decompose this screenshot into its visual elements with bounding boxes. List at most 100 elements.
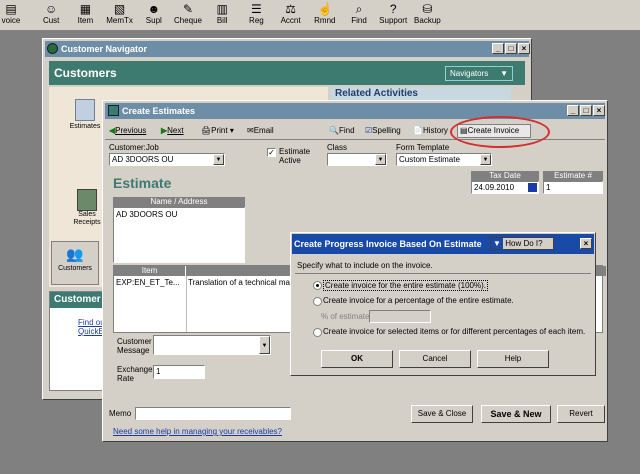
sales-receipts-label: Sales Receipts xyxy=(73,211,101,226)
toolbar-button-voice[interactable]: ▤ voice xyxy=(0,0,28,30)
column-divider xyxy=(186,276,187,332)
find-button[interactable]: 🔍Find xyxy=(329,126,355,135)
save-close-button[interactable]: Save & Close xyxy=(411,405,473,423)
find-icon: 🔍 xyxy=(329,126,339,135)
toolbar-button-support[interactable]: ? Support xyxy=(376,0,410,30)
help-link[interactable]: Need some help in managing your receivab… xyxy=(113,427,282,436)
calendar-icon xyxy=(528,183,537,192)
toolbar-button-backup[interactable]: ⛁ Backup xyxy=(410,0,444,30)
chevron-down-icon: ▼ xyxy=(375,154,386,165)
navigator-titlebar: Customer Navigator _ □ × xyxy=(45,41,530,57)
next-label: Next xyxy=(167,126,184,135)
customer-job-select[interactable]: AD 3DOORS OU ▼ xyxy=(109,153,225,166)
name-address-box[interactable]: AD 3DOORS OU xyxy=(113,207,245,263)
print-button[interactable]: 🖨Print ▾ xyxy=(201,126,234,135)
close-button[interactable]: × xyxy=(518,43,530,54)
option-entire-estimate[interactable]: Create invoice for the entire estimate (… xyxy=(323,280,488,291)
reminder-icon: ☝ xyxy=(317,2,333,16)
estimate-number-field[interactable]: 1 xyxy=(543,181,603,194)
history-icon: 📄 xyxy=(413,126,423,135)
toolbar-button-rmnd[interactable]: ☝ Rmnd xyxy=(308,0,342,30)
radio-selected-items[interactable] xyxy=(313,328,322,337)
estimate-active-checkbox[interactable]: ✓ xyxy=(267,148,276,157)
navigators-dropdown[interactable]: Navigators ▼ xyxy=(445,66,513,81)
cheque-icon: ✎ xyxy=(182,2,194,16)
toolbar-button-reg[interactable]: ☰ Reg xyxy=(239,0,273,30)
memo-field[interactable] xyxy=(135,407,291,420)
toolbar-button-item[interactable]: ▦ Item xyxy=(68,0,102,30)
toolbar-label: Cheque xyxy=(173,16,203,25)
estimate-active-label: Estimate Active xyxy=(279,147,311,165)
form-template-select[interactable]: Custom Estimate ▼ xyxy=(396,153,492,166)
save-new-button[interactable]: Save & New xyxy=(481,405,551,423)
estimates-maximize-button[interactable]: □ xyxy=(580,105,592,116)
radio-entire-estimate[interactable] xyxy=(313,281,322,290)
toolbar-label: Cust xyxy=(42,16,60,25)
previous-button[interactable]: ◀Previous xyxy=(109,126,146,135)
revert-button[interactable]: Revert xyxy=(557,405,605,423)
sales-receipts-icon xyxy=(77,189,97,211)
chevron-down-icon: ▼ xyxy=(500,69,508,78)
invoice-icon: ▤ xyxy=(5,2,17,16)
estimates-close-button[interactable]: × xyxy=(593,105,605,116)
chevron-down-icon: ▼ xyxy=(259,336,270,354)
percent-of-estimate-field[interactable] xyxy=(369,310,431,323)
toolbar-button-cust[interactable]: ☺ Cust xyxy=(34,0,68,30)
option-percentage[interactable]: Create invoice for a percentage of the e… xyxy=(323,296,514,305)
form-template-label: Form Template xyxy=(396,143,450,152)
toolbar-label: Bill xyxy=(216,16,228,25)
navigator-nav-customers[interactable]: 👥 Customers xyxy=(51,241,99,285)
toolbar-button-supl[interactable]: ☻ Supl xyxy=(137,0,171,30)
item-icon: ▦ xyxy=(79,2,92,16)
history-label: History xyxy=(422,126,448,135)
toolbar-button-find[interactable]: ⌕ Find xyxy=(342,0,376,30)
cancel-button[interactable]: Cancel xyxy=(399,350,471,368)
next-button[interactable]: ▶Next xyxy=(161,126,184,135)
minimize-button[interactable]: _ xyxy=(492,43,504,54)
estimates-title: Create Estimates xyxy=(122,106,196,116)
estimates-app-icon xyxy=(108,105,119,116)
dialog-close-button[interactable]: × xyxy=(580,238,592,249)
estimate-heading: Estimate xyxy=(113,175,172,191)
toolbar-button-bill[interactable]: ▥ Bill xyxy=(205,0,239,30)
related-activities-header: Related Activities xyxy=(331,87,511,101)
spelling-button[interactable]: ☑Spelling xyxy=(365,126,401,135)
print-icon: 🖨 xyxy=(201,126,212,135)
toolbar-label: Accnt xyxy=(280,16,301,25)
col-header-item: Item xyxy=(114,266,186,276)
maximize-button[interactable]: □ xyxy=(505,43,517,54)
estimate-number-header: Estimate # xyxy=(543,171,603,181)
class-select[interactable]: ▼ xyxy=(327,153,387,166)
navigator-nav-sales-receipts[interactable]: Sales Receipts xyxy=(67,189,107,233)
exchange-rate-field[interactable]: 1 xyxy=(153,365,205,379)
estimates-label: Estimates xyxy=(69,123,101,130)
toolbar-button-accnt[interactable]: ⚖ Accnt xyxy=(274,0,308,30)
previous-label: Previous xyxy=(115,126,147,135)
customer-info-box: Customer Find ou QuickE xyxy=(49,291,109,391)
history-button[interactable]: 📄History xyxy=(413,126,448,135)
toolbar-label: Rmnd xyxy=(314,16,336,25)
row-description-cell: Translation of a technical man xyxy=(188,278,295,287)
ok-button[interactable]: OK xyxy=(321,350,393,368)
email-icon: ✉ xyxy=(247,126,254,135)
toolbar-label: Support xyxy=(379,16,408,25)
navigator-title: Customer Navigator xyxy=(61,44,148,54)
toolbar-button-memtx[interactable]: ▧ MemTx xyxy=(103,0,137,30)
how-do-i-dropdown[interactable]: ▼ How Do I? xyxy=(490,237,554,250)
toolbar-label: Reg xyxy=(249,16,264,25)
toolbar-label: voice xyxy=(1,16,21,25)
help-button[interactable]: Help xyxy=(477,350,549,368)
option-selected-items[interactable]: Create invoice for selected items or for… xyxy=(323,327,585,336)
toolbar-label: Supl xyxy=(145,16,162,25)
tax-date-value: 24.09.2010 xyxy=(474,183,515,192)
name-address-header: Name / Address xyxy=(113,197,245,207)
navigator-nav-estimates[interactable]: Estimates xyxy=(65,99,105,139)
tax-date-field[interactable]: 24.09.2010 xyxy=(471,181,539,194)
email-label: Email xyxy=(253,126,274,135)
customer-message-select[interactable]: ▼ xyxy=(153,335,271,355)
estimates-minimize-button[interactable]: _ xyxy=(567,105,579,116)
toolbar-button-cheque[interactable]: ✎ Cheque xyxy=(171,0,205,30)
email-button[interactable]: ✉Email xyxy=(247,126,274,135)
radio-percentage[interactable] xyxy=(313,297,322,306)
navigators-label: Navigators xyxy=(450,69,489,78)
